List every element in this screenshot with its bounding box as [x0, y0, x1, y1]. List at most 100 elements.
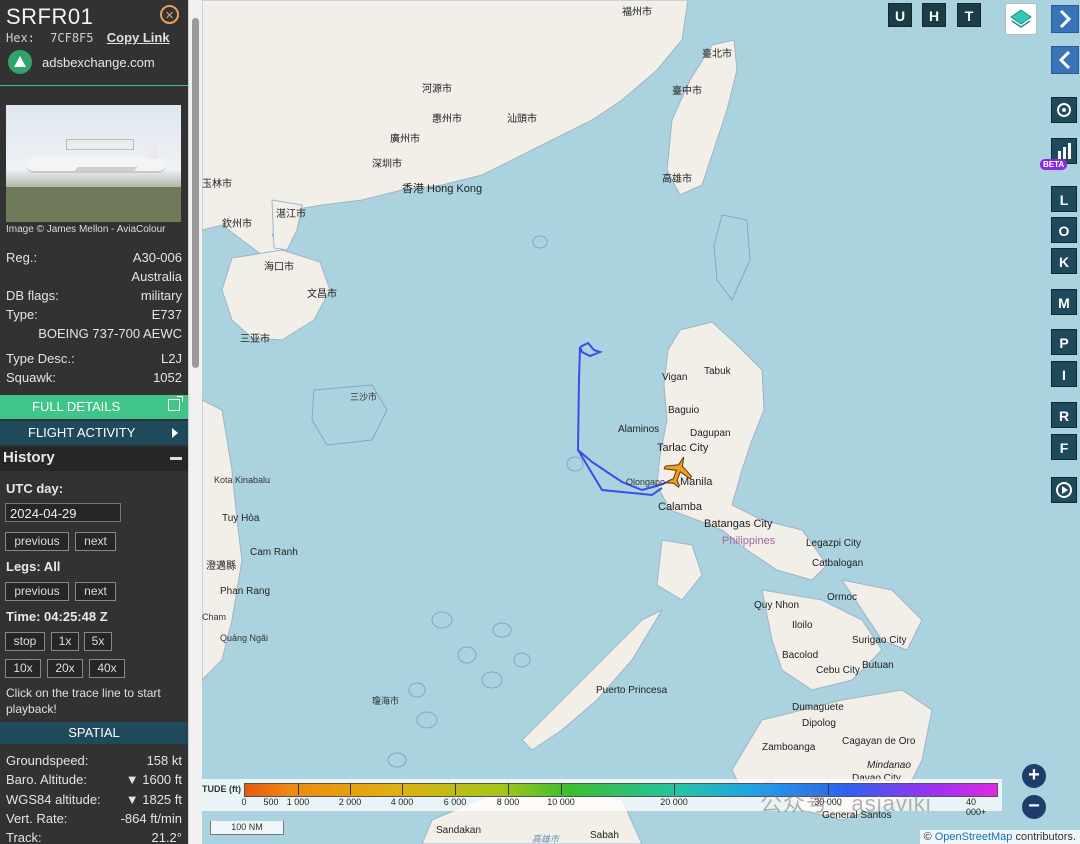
aircraft-marker-icon[interactable] [662, 455, 694, 489]
layers-button[interactable] [1005, 3, 1037, 35]
map-label-shenzhen: 深圳市 [372, 159, 402, 170]
map-label-sorsogon: Catbalogan [812, 558, 864, 569]
speed-20x-button[interactable]: 20x [47, 659, 83, 678]
map-label-tuy-hoa: Cam Ranh [250, 547, 298, 558]
toggle-p-button[interactable]: P [1051, 329, 1077, 355]
date-input[interactable]: 2024-04-29 [5, 503, 121, 522]
openstreetmap-link[interactable]: OpenStreetMap [935, 831, 1013, 843]
map-label-olongapo: Olongapo [626, 477, 666, 487]
replay-button[interactable] [1051, 477, 1077, 503]
map-label-dagupan: Dagupan [690, 428, 731, 439]
toggle-m-button[interactable]: M [1051, 289, 1077, 315]
baro-row: Baro. Altitude: ▼ 1600 ft [6, 772, 182, 788]
copy-link-button[interactable]: Copy Link [107, 30, 170, 45]
legend-tick-mark [350, 783, 351, 795]
toggle-t-button[interactable]: T [957, 3, 981, 27]
speed-1x-button[interactable]: 1x [51, 632, 79, 651]
squawk-value: 1052 [153, 370, 182, 385]
beta-badge: BETA [1040, 159, 1068, 170]
map-label-wenchang: 文昌市 [307, 289, 337, 300]
map[interactable]: 香港 Hong Kong 深圳市 惠州市 河源市 廣州市 湛江市 海口市 三亚市… [202, 0, 1080, 844]
source-text: adsbexchange.com [42, 54, 155, 70]
map-label-phan-rang: Cham [202, 612, 227, 622]
vrate-row: Vert. Rate: -864 ft/min [6, 811, 182, 827]
map-label-cham: Quảng Ngãi [220, 633, 269, 643]
history-title: History [3, 449, 55, 466]
track-value: 21.2° [151, 830, 182, 844]
map-label-tarlac: Tarlac City [657, 442, 709, 454]
map-label-cebu: Cebu City [816, 665, 860, 676]
toggle-h-button[interactable]: H [922, 3, 946, 27]
stop-button[interactable]: stop [5, 632, 45, 651]
map-label-mindanao: Mindanao [867, 760, 911, 771]
full-details-button[interactable]: FULL DETAILS [0, 395, 188, 419]
adsbexchange-logo-icon [8, 50, 32, 74]
source-link[interactable]: adsbexchange.com [8, 50, 155, 74]
db-flags-row: DB flags: military [6, 288, 182, 304]
map-label-roxas: Quy Nhon [754, 600, 800, 611]
next-leg-button[interactable]: next [75, 582, 116, 601]
aircraft-photo[interactable] [6, 105, 181, 222]
history-header[interactable]: History [0, 447, 188, 471]
map-label-baguio: Baguio [668, 405, 700, 416]
legend-tick-mark [508, 783, 509, 795]
map-label-cagayan-de-oro: Cagayan de Oro [842, 736, 916, 747]
flight-activity-button[interactable]: FLIGHT ACTIVITY [0, 421, 188, 445]
track-label: Track: [6, 830, 42, 844]
collapse-icon [170, 457, 182, 460]
squawk-label: Squawk: [6, 370, 56, 385]
expand-right-button[interactable] [1051, 5, 1079, 33]
legend-tick-mark [455, 783, 456, 795]
time-label: Time: 04:25:48 Z [6, 609, 108, 624]
gear-icon [1057, 103, 1071, 117]
map-label-huizhou: 惠州市 [432, 114, 462, 125]
map-label-nansha: 瓊海市 [372, 696, 400, 706]
legend-tick: 6 000 [443, 797, 467, 807]
speed-10x-button[interactable]: 10x [5, 659, 41, 678]
squawk-row: Squawk: 1052 [6, 370, 182, 386]
hex-value: 7CF8F5 [50, 31, 94, 45]
close-icon[interactable]: × [160, 5, 179, 24]
map-label-puerto-princesa: Puerto Princesa [596, 685, 668, 696]
previous-leg-button[interactable]: previous [5, 582, 69, 601]
settings-button[interactable] [1051, 97, 1077, 123]
legend-tick: 1 000 [286, 797, 310, 807]
map-label-thuot: 澄邁縣 [206, 561, 236, 572]
type-label: Type: [6, 307, 38, 322]
map-label-cam-ranh: Phan Rang [220, 586, 271, 597]
toggle-i-button[interactable]: I [1051, 361, 1077, 387]
toggle-u-button[interactable]: U [888, 3, 912, 27]
next-day-button[interactable]: next [75, 532, 116, 551]
reg-label: Reg.: [6, 250, 38, 265]
map-label-taipei: 臺北市 [702, 49, 732, 60]
spatial-header[interactable]: SPATIAL [0, 722, 188, 744]
toggle-k-button[interactable]: K [1051, 248, 1077, 274]
map-label-sanya: 三亚市 [240, 334, 270, 345]
speed-40x-button[interactable]: 40x [89, 659, 125, 678]
type-row: Type: E737 [6, 307, 182, 323]
collapse-left-button[interactable] [1051, 46, 1079, 74]
toggle-o-button[interactable]: O [1051, 217, 1077, 243]
scale-bar: 100 NM [210, 821, 284, 835]
map-label-legazpi: Legazpi City [806, 538, 862, 549]
type-desc-label: Type Desc.: [6, 351, 75, 366]
wgs-value: ▼ 1825 ft [125, 792, 182, 807]
speed-5x-button[interactable]: 5x [84, 632, 112, 651]
toggle-f-button[interactable]: F [1051, 434, 1077, 460]
chevron-right-icon [172, 428, 178, 438]
sidebar-scrollbar[interactable] [188, 0, 203, 844]
map-label-quang-ngai: Kota Kinabalu [214, 475, 271, 485]
chevron-left-icon [1058, 50, 1071, 70]
legs-label: Legs: All [6, 559, 61, 574]
zoom-out-button[interactable]: − [1022, 795, 1046, 819]
wgs-label: WGS84 altitude: [6, 792, 101, 807]
toggle-r-button[interactable]: R [1051, 402, 1077, 428]
scrollbar-thumb[interactable] [192, 18, 199, 368]
zoom-in-button[interactable]: + [1022, 764, 1046, 788]
toggle-l-button[interactable]: L [1051, 186, 1077, 212]
baro-label: Baro. Altitude: [6, 772, 87, 787]
map-label-beihai: 欽州市 [222, 219, 252, 230]
map-label-ormoc: Surigao City [852, 635, 907, 646]
map-label-sabah: 高雄市 [532, 834, 560, 844]
previous-day-button[interactable]: previous [5, 532, 69, 551]
